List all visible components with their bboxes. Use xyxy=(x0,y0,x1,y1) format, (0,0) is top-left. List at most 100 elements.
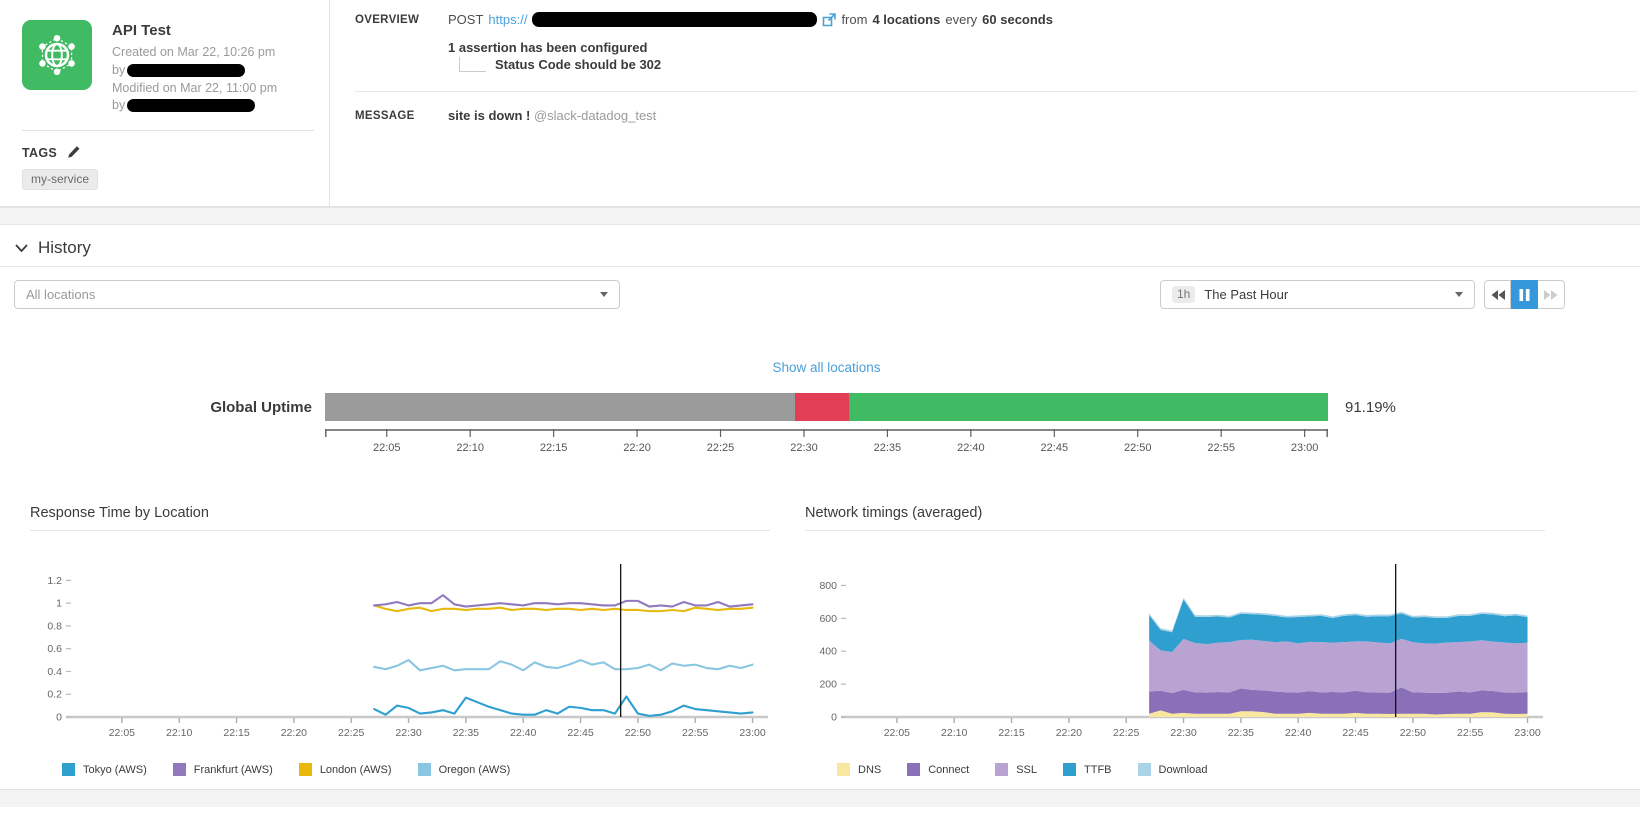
tree-connector xyxy=(459,57,486,72)
external-link-icon[interactable] xyxy=(822,12,837,27)
pause-icon xyxy=(1519,288,1529,301)
uptime-segment-alert[interactable] xyxy=(795,393,849,421)
test-summary-card: API Test Created on Mar 22, 10:26 pm by … xyxy=(0,0,1640,207)
legend-item[interactable]: Tokyo (AWS) xyxy=(62,763,147,776)
overview-label: OVERVIEW xyxy=(355,14,420,26)
svg-text:22:55: 22:55 xyxy=(682,727,708,739)
svg-text:22:50: 22:50 xyxy=(625,727,651,739)
legend-item[interactable]: Frankfurt (AWS) xyxy=(172,763,273,776)
svg-text:22:50: 22:50 xyxy=(1400,727,1426,739)
fast-forward-icon xyxy=(1544,289,1558,300)
divider xyxy=(355,91,1637,92)
response-time-chart: Response Time by Location 22:05 22:10 22:1… xyxy=(30,505,770,776)
svg-text:0.8: 0.8 xyxy=(47,620,62,632)
svg-text:0: 0 xyxy=(831,712,837,724)
legend-label: Oregon (AWS) xyxy=(438,763,511,776)
legend-item[interactable]: Oregon (AWS) xyxy=(417,763,511,776)
svg-text:22:10: 22:10 xyxy=(941,727,967,739)
svg-text:22:15: 22:15 xyxy=(540,442,568,454)
pause-button[interactable] xyxy=(1511,280,1538,309)
tags-label: TAGS xyxy=(22,145,57,160)
chevron-down-icon xyxy=(15,244,28,253)
svg-text:22:25: 22:25 xyxy=(1113,727,1139,739)
global-uptime-label: Global Uptime xyxy=(210,398,312,416)
svg-text:22:10: 22:10 xyxy=(456,442,484,454)
chevron-down-icon xyxy=(1455,292,1463,297)
svg-text:22:25: 22:25 xyxy=(338,727,364,739)
svg-text:22:50: 22:50 xyxy=(1124,442,1152,454)
uptime-time-axis: 22:05 22:10 22:15 22:20 22:25 22:30 22:35 22:40… xyxy=(325,429,1328,454)
legend-item[interactable]: Connect xyxy=(907,763,969,776)
response-time-plot[interactable]: 22:05 22:10 22:15 22:20 22:25 22:30 22:35 22:40… xyxy=(30,549,770,761)
history-heading: History xyxy=(38,238,91,257)
uptime-segment-no-data[interactable] xyxy=(325,393,796,421)
assertion-detail: Status Code should be 302 xyxy=(495,57,662,72)
svg-text:22:10: 22:10 xyxy=(166,727,192,739)
assertion-summary: 1 assertion has been configured xyxy=(448,40,648,55)
svg-text:22:20: 22:20 xyxy=(281,727,307,739)
svg-text:22:15: 22:15 xyxy=(223,727,249,739)
tag-chip[interactable]: my-service xyxy=(22,169,99,190)
legend-label: DNS xyxy=(858,763,882,776)
svg-text:22:05: 22:05 xyxy=(373,442,401,454)
legend-swatch xyxy=(1063,763,1077,776)
svg-text:0: 0 xyxy=(56,712,62,724)
redacted-author-bar xyxy=(127,99,256,113)
page-bottom-edge xyxy=(0,789,1640,807)
history-collapse-header[interactable]: History xyxy=(0,225,1640,267)
svg-text:22:40: 22:40 xyxy=(510,727,536,739)
time-range-label: The Past Hour xyxy=(1204,287,1289,302)
legend-swatch xyxy=(907,763,921,776)
legend-item[interactable]: TTFB xyxy=(1063,763,1112,776)
network-timings-chart: Network timings (averaged) 22:05 22:10 22:… xyxy=(805,505,1545,776)
modified-line: Modified on Mar 22, 11:00 pm xyxy=(112,80,278,95)
test-url-link[interactable]: https:// xyxy=(488,12,527,27)
chart-legend: DNS Connect SSL TTFB Download xyxy=(837,763,1545,776)
locations-count: 4 locations xyxy=(872,12,941,27)
test-overview-panel: OVERVIEW POST https:// from 4 locations … xyxy=(330,0,1640,206)
from-text: from xyxy=(841,12,868,27)
legend-item[interactable]: London (AWS) xyxy=(298,763,392,776)
legend-item[interactable]: SSL xyxy=(995,763,1037,776)
fast-forward-button[interactable] xyxy=(1538,280,1565,309)
svg-text:800: 800 xyxy=(819,580,837,592)
created-line: Created on Mar 22, 10:26 pm xyxy=(112,45,276,59)
svg-text:22:20: 22:20 xyxy=(623,442,651,454)
locations-filter-select[interactable]: All locations xyxy=(14,280,620,309)
chevron-down-icon xyxy=(600,292,608,297)
rewind-icon xyxy=(1491,289,1505,300)
global-uptime-bar[interactable] xyxy=(325,393,1328,421)
svg-text:22:45: 22:45 xyxy=(1041,442,1069,454)
show-all-locations-link[interactable]: Show all locations xyxy=(772,360,880,375)
legend-label: TTFB xyxy=(1084,763,1112,776)
svg-text:22:35: 22:35 xyxy=(453,727,479,739)
svg-text:22:55: 22:55 xyxy=(1457,727,1483,739)
svg-text:22:05: 22:05 xyxy=(109,727,135,739)
global-uptime-value: 91.19% xyxy=(1345,398,1396,416)
playback-controls xyxy=(1484,280,1565,309)
divider xyxy=(22,130,314,131)
legend-swatch xyxy=(837,763,850,776)
legend-item[interactable]: Download xyxy=(1137,763,1207,776)
every-text: every xyxy=(945,12,978,27)
legend-swatch xyxy=(417,763,431,776)
api-test-icon xyxy=(22,20,92,90)
time-range-select[interactable]: 1h The Past Hour xyxy=(1160,280,1475,309)
rewind-button[interactable] xyxy=(1484,280,1511,309)
time-range-badge: 1h xyxy=(1172,286,1196,303)
svg-text:0.6: 0.6 xyxy=(47,643,62,655)
svg-text:1.2: 1.2 xyxy=(47,575,62,587)
uptime-segment-ok[interactable] xyxy=(848,393,1328,421)
modified-by-line: by xyxy=(112,97,277,115)
legend-label: London (AWS) xyxy=(319,763,392,776)
network-timings-plot[interactable]: 22:05 22:10 22:15 22:20 22:25 22:30 22:35 22:40… xyxy=(805,549,1545,761)
message-label: MESSAGE xyxy=(355,110,415,122)
svg-text:22:35: 22:35 xyxy=(1228,727,1254,739)
edit-pencil-icon[interactable] xyxy=(66,145,81,160)
legend-item[interactable]: DNS xyxy=(837,763,881,776)
redacted-url-bar xyxy=(532,12,818,27)
svg-text:23:00: 23:00 xyxy=(1514,727,1540,739)
alert-message-text: site is down ! xyxy=(448,108,531,123)
svg-text:22:55: 22:55 xyxy=(1207,442,1235,454)
svg-text:400: 400 xyxy=(819,646,837,658)
